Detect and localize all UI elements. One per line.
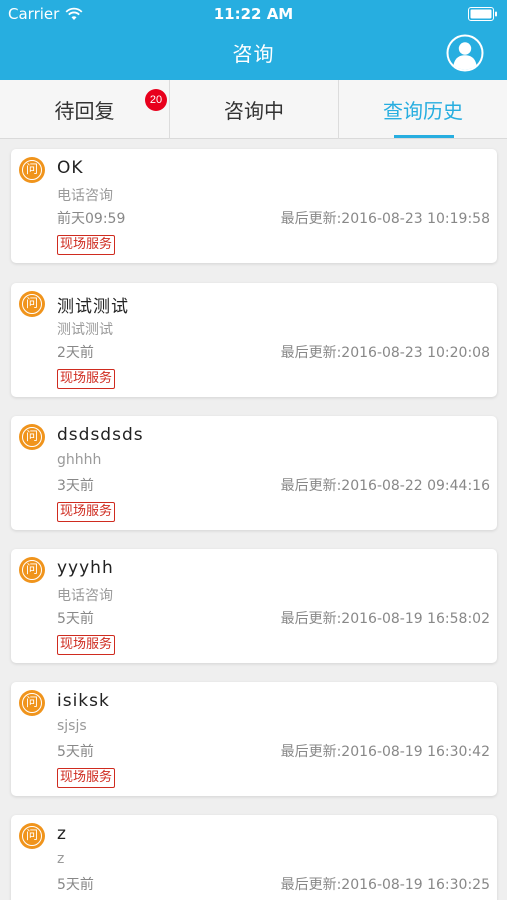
question-icon-glyph: 问 xyxy=(22,427,42,447)
question-icon-glyph: 问 xyxy=(22,693,42,713)
item-time: 5天前 xyxy=(57,611,94,627)
service-tag: 现场服务 xyxy=(57,768,116,788)
item-title: 测试测试 xyxy=(57,297,129,317)
item-subtitle: sjsjs xyxy=(57,718,87,734)
item-time: 5天前 xyxy=(57,744,94,760)
item-last-updated: 最后更新:2016-08-23 10:19:58 xyxy=(280,211,490,227)
tab-bar: 待回复 20 咨询中 查询历史 xyxy=(0,80,507,139)
battery-icon xyxy=(468,7,497,21)
item-last-updated: 最后更新:2016-08-22 09:44:16 xyxy=(280,478,490,494)
question-icon: 问 xyxy=(19,557,45,583)
tab-label: 待回复 xyxy=(54,99,115,123)
list-item[interactable]: 问 yyyhh 电话咨询 5天前 最后更新:2016-08-19 16:58:0… xyxy=(11,549,497,663)
page-title: 咨询 xyxy=(232,42,275,66)
item-time: 5天前 xyxy=(57,877,94,893)
status-bar: Carrier 11:22 AM xyxy=(0,0,507,28)
item-title: dsdsdsds xyxy=(57,425,144,445)
question-icon: 问 xyxy=(19,291,45,317)
item-subtitle: 测试测试 xyxy=(57,322,113,338)
item-last-updated: 最后更新:2016-08-19 16:58:02 xyxy=(280,611,490,627)
tab-pending-reply[interactable]: 待回复 20 xyxy=(0,80,169,139)
service-tag: 现场服务 xyxy=(57,235,116,255)
tab-label: 查询历史 xyxy=(383,99,463,123)
item-title: OK xyxy=(57,158,84,178)
item-time: 前天09:59 xyxy=(57,211,126,227)
question-icon: 问 xyxy=(19,424,45,450)
tab-history[interactable]: 查询历史 xyxy=(338,80,507,139)
unread-badge: 20 xyxy=(145,89,167,111)
item-last-updated: 最后更新:2016-08-23 10:20:08 xyxy=(280,345,490,361)
question-icon: 问 xyxy=(19,690,45,716)
clock: 11:22 AM xyxy=(213,5,294,23)
item-title: z xyxy=(57,824,67,844)
tab-in-consultation[interactable]: 咨询中 xyxy=(169,80,338,139)
service-tag: 现场服务 xyxy=(57,502,116,522)
list-item[interactable]: 问 z z 5天前 最后更新:2016-08-19 16:30:25 xyxy=(11,815,497,900)
list-item[interactable]: 问 OK 电话咨询 前天09:59 最后更新:2016-08-23 10:19:… xyxy=(11,149,497,263)
nav-header: Carrier 11:22 AM 咨询 xyxy=(0,0,507,80)
list-item[interactable]: 问 dsdsdsds ghhhh 3天前 最后更新:2016-08-22 09:… xyxy=(11,416,497,530)
item-title: isiksk xyxy=(57,691,110,711)
list-item[interactable]: 问 测试测试 测试测试 2天前 最后更新:2016-08-23 10:20:08… xyxy=(11,283,497,397)
question-icon-glyph: 问 xyxy=(22,826,42,846)
tab-label: 咨询中 xyxy=(224,99,284,123)
item-subtitle: ghhhh xyxy=(57,452,102,468)
question-icon: 问 xyxy=(19,157,45,183)
item-subtitle: 电话咨询 xyxy=(57,588,113,604)
list-item[interactable]: 问 isiksk sjsjs 5天前 最后更新:2016-08-19 16:30… xyxy=(11,682,497,796)
question-icon: 问 xyxy=(19,823,45,849)
item-time: 2天前 xyxy=(57,345,94,361)
item-subtitle: z xyxy=(57,851,65,867)
service-tag: 现场服务 xyxy=(57,369,116,389)
item-time: 3天前 xyxy=(57,478,94,494)
question-icon-glyph: 问 xyxy=(22,294,42,314)
item-subtitle: 电话咨询 xyxy=(57,188,113,204)
item-last-updated: 最后更新:2016-08-19 16:30:42 xyxy=(280,744,490,760)
item-last-updated: 最后更新:2016-08-19 16:30:25 xyxy=(280,877,490,893)
profile-avatar-icon[interactable] xyxy=(446,34,484,72)
question-icon-glyph: 问 xyxy=(22,560,42,580)
question-icon-glyph: 问 xyxy=(22,160,42,180)
item-title: yyyhh xyxy=(57,558,114,578)
service-tag: 现场服务 xyxy=(57,635,116,655)
